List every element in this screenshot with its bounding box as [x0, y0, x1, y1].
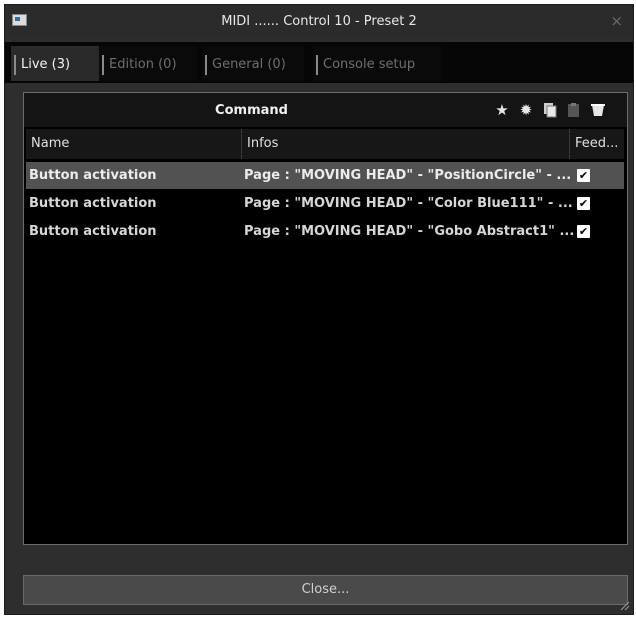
resize-grip-icon[interactable]	[618, 599, 630, 611]
table-row[interactable]: Button activation Page : "MOVING HEAD" -…	[26, 162, 624, 189]
feedback-checkbox[interactable]: ✔	[577, 197, 590, 210]
command-header: Command ★ ✹	[24, 93, 627, 127]
column-header-name[interactable]: Name	[26, 129, 242, 159]
command-title: Command	[215, 103, 288, 118]
row-info: Page : "MOVING HEAD" - "Gobo Abstract1" …	[244, 224, 574, 239]
command-panel: Command ★ ✹ Name Infos Feed... Button ac…	[23, 92, 628, 545]
paste-icon[interactable]	[565, 102, 583, 118]
tab-live-label: Live (3)	[21, 57, 71, 72]
table-row[interactable]: Button activation Page : "MOVING HEAD" -…	[26, 190, 624, 217]
tab-edition-label: Edition (0)	[109, 57, 177, 72]
tab-live[interactable]: Live (3)	[11, 46, 99, 81]
column-header-infos[interactable]: Infos	[242, 129, 570, 159]
close-window-icon[interactable]: ×	[610, 12, 623, 30]
feedback-checkbox[interactable]: ✔	[577, 225, 590, 238]
tab-general-label: General (0)	[212, 57, 286, 72]
delete-icon[interactable]	[589, 102, 607, 118]
window-title: MIDI ...... Control 10 - Preset 2	[221, 14, 417, 29]
close-button[interactable]: Close...	[23, 575, 628, 605]
title-bar[interactable]: MIDI ...... Control 10 - Preset 2 ×	[5, 5, 633, 39]
row-info: Page : "MOVING HEAD" - "PositionCircle" …	[244, 168, 572, 183]
row-info: Page : "MOVING HEAD" - "Color Blue111" -…	[244, 196, 573, 211]
feedback-checkbox[interactable]: ✔	[577, 169, 590, 182]
table-row[interactable]: Button activation Page : "MOVING HEAD" -…	[26, 218, 624, 245]
column-header-feedback[interactable]: Feed...	[570, 129, 624, 159]
row-name: Button activation	[29, 224, 157, 239]
dialog-window: MIDI ...... Control 10 - Preset 2 × Live…	[4, 4, 634, 615]
tab-console-setup[interactable]: Console setup	[313, 46, 441, 81]
tab-separator	[316, 55, 318, 75]
tab-separator	[205, 55, 207, 75]
tab-edition[interactable]: Edition (0)	[99, 46, 197, 81]
star-icon[interactable]: ★	[493, 102, 511, 118]
tab-console-setup-label: Console setup	[323, 57, 416, 72]
row-name: Button activation	[29, 168, 157, 183]
row-name: Button activation	[29, 196, 157, 211]
tab-bar: Live (3) Edition (0) General (0) Console…	[5, 42, 633, 83]
tab-general[interactable]: General (0)	[202, 46, 304, 81]
tab-separator	[102, 55, 104, 75]
tab-separator	[14, 55, 16, 75]
gear-icon[interactable]: ✹	[517, 102, 535, 118]
copy-icon[interactable]	[541, 102, 559, 118]
